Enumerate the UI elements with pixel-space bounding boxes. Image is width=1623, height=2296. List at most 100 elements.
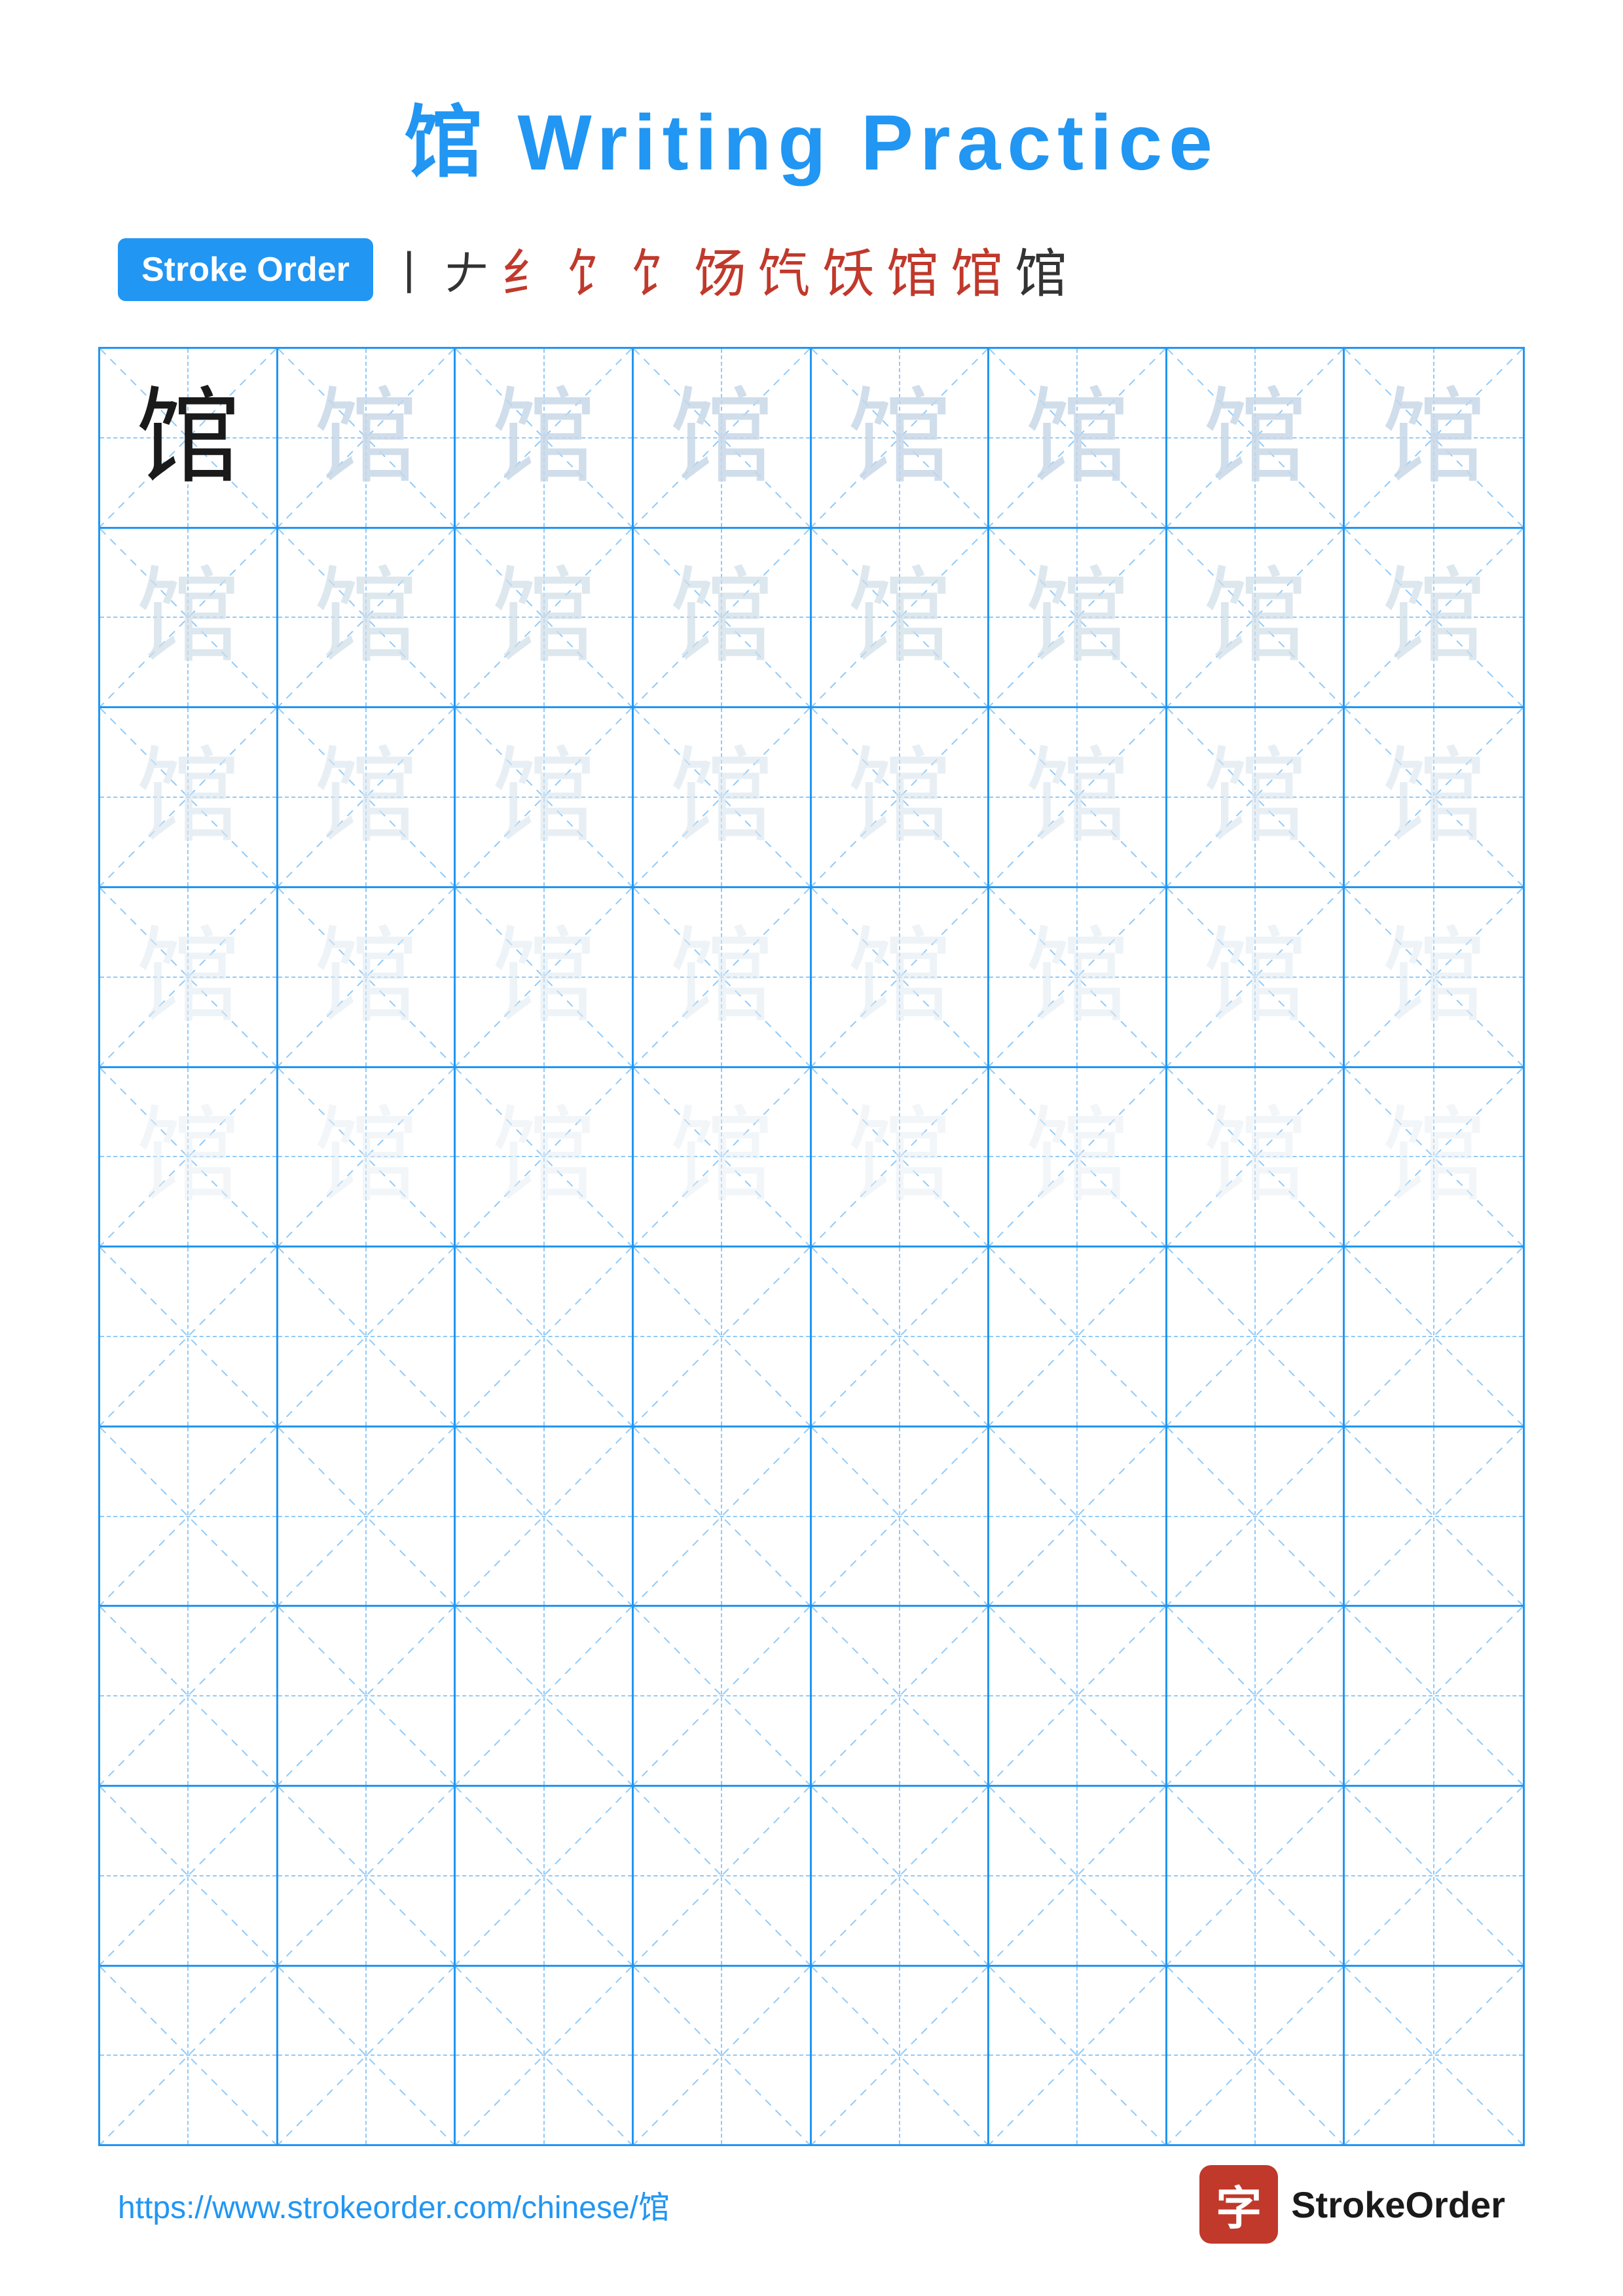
stroke-4: 饣: [566, 232, 623, 308]
grid-cell-4-6[interactable]: 馆: [989, 888, 1167, 1066]
grid-cell-8-7[interactable]: [1167, 1607, 1345, 1785]
stroke-3: 纟: [501, 232, 559, 308]
grid-cell-10-1[interactable]: [100, 1967, 278, 2145]
grid-cell-9-4[interactable]: [634, 1787, 812, 1965]
grid-cell-7-7[interactable]: [1167, 1427, 1345, 1605]
grid-cell-7-6[interactable]: [989, 1427, 1167, 1605]
stroke-order-badge: Stroke Order: [118, 238, 373, 301]
grid-cell-7-4[interactable]: [634, 1427, 812, 1605]
grid-row-2: 馆 馆 馆 馆 馆 馆 馆 馆: [100, 529, 1523, 709]
footer-url-link[interactable]: https://www.strokeorder.com/chinese/馆: [118, 2181, 670, 2227]
grid-row-9: [100, 1787, 1523, 1967]
stroke-8: 饫: [822, 232, 880, 308]
grid-cell-7-3[interactable]: [456, 1427, 634, 1605]
grid-cell-3-8[interactable]: 馆: [1345, 708, 1523, 886]
grid-cell-5-2[interactable]: 馆: [278, 1068, 456, 1246]
grid-cell-10-5[interactable]: [812, 1967, 990, 2145]
grid-cell-2-5[interactable]: 馆: [812, 529, 990, 707]
grid-cell-2-1[interactable]: 馆: [100, 529, 278, 707]
grid-cell-4-3[interactable]: 馆: [456, 888, 634, 1066]
grid-cell-10-7[interactable]: [1167, 1967, 1345, 2145]
char-guide: 馆: [847, 386, 952, 490]
grid-cell-6-5[interactable]: [812, 1247, 990, 1426]
grid-cell-1-6[interactable]: 馆: [989, 349, 1167, 527]
grid-cell-10-3[interactable]: [456, 1967, 634, 2145]
grid-cell-6-1[interactable]: [100, 1247, 278, 1426]
grid-cell-5-5[interactable]: 馆: [812, 1068, 990, 1246]
grid-cell-6-3[interactable]: [456, 1247, 634, 1426]
grid-cell-9-8[interactable]: [1345, 1787, 1523, 1965]
grid-cell-8-2[interactable]: [278, 1607, 456, 1785]
grid-cell-7-8[interactable]: [1345, 1427, 1523, 1605]
grid-cell-5-1[interactable]: 馆: [100, 1068, 278, 1246]
grid-cell-7-5[interactable]: [812, 1427, 990, 1605]
grid-cell-1-8[interactable]: 馆: [1345, 349, 1523, 527]
grid-cell-6-4[interactable]: [634, 1247, 812, 1426]
grid-cell-9-3[interactable]: [456, 1787, 634, 1965]
grid-cell-5-8[interactable]: 馆: [1345, 1068, 1523, 1246]
grid-cell-7-2[interactable]: [278, 1427, 456, 1605]
grid-cell-8-8[interactable]: [1345, 1607, 1523, 1785]
char-dark: 馆: [136, 386, 240, 490]
grid-cell-3-3[interactable]: 馆: [456, 708, 634, 886]
grid-cell-1-3[interactable]: 馆: [456, 349, 634, 527]
grid-cell-10-4[interactable]: [634, 1967, 812, 2145]
footer-logo-text: StrokeOrder: [1291, 2183, 1505, 2226]
grid-cell-6-2[interactable]: [278, 1247, 456, 1426]
grid-cell-2-4[interactable]: 馆: [634, 529, 812, 707]
grid-cell-10-6[interactable]: [989, 1967, 1167, 2145]
stroke-1: 丨: [386, 237, 437, 303]
grid-cell-2-8[interactable]: 馆: [1345, 529, 1523, 707]
grid-cell-6-6[interactable]: [989, 1247, 1167, 1426]
grid-cell-5-4[interactable]: 馆: [634, 1068, 812, 1246]
grid-cell-4-8[interactable]: 馆: [1345, 888, 1523, 1066]
char-guide: 馆: [492, 386, 596, 490]
grid-cell-1-7[interactable]: 馆: [1167, 349, 1345, 527]
grid-cell-2-7[interactable]: 馆: [1167, 529, 1345, 707]
grid-cell-6-7[interactable]: [1167, 1247, 1345, 1426]
grid-cell-9-5[interactable]: [812, 1787, 990, 1965]
grid-cell-8-3[interactable]: [456, 1607, 634, 1785]
footer: https://www.strokeorder.com/chinese/馆 字 …: [0, 2165, 1623, 2244]
grid-cell-4-4[interactable]: 馆: [634, 888, 812, 1066]
grid-cell-3-7[interactable]: 馆: [1167, 708, 1345, 886]
grid-cell-4-7[interactable]: 馆: [1167, 888, 1345, 1066]
grid-row-1: 馆 馆 馆 馆 馆 馆 馆 馆: [100, 349, 1523, 529]
grid-row-6: [100, 1247, 1523, 1427]
grid-cell-3-2[interactable]: 馆: [278, 708, 456, 886]
grid-cell-10-8[interactable]: [1345, 1967, 1523, 2145]
stroke-6: 饧: [694, 232, 752, 308]
grid-row-5: 馆 馆 馆 馆 馆 馆 馆 馆: [100, 1068, 1523, 1248]
grid-cell-1-4[interactable]: 馆: [634, 349, 812, 527]
grid-cell-9-1[interactable]: [100, 1787, 278, 1965]
grid-cell-2-2[interactable]: 馆: [278, 529, 456, 707]
grid-cell-4-1[interactable]: 馆: [100, 888, 278, 1066]
grid-cell-9-2[interactable]: [278, 1787, 456, 1965]
grid-cell-6-8[interactable]: [1345, 1247, 1523, 1426]
grid-cell-1-1[interactable]: 馆: [100, 349, 278, 527]
grid-cell-3-6[interactable]: 馆: [989, 708, 1167, 886]
grid-cell-1-2[interactable]: 馆: [278, 349, 456, 527]
grid-cell-2-6[interactable]: 馆: [989, 529, 1167, 707]
grid-cell-3-5[interactable]: 馆: [812, 708, 990, 886]
stroke-sequence: 丨 𠂇 纟 饣 饣 饧 饩 饫 馆 馆 馆: [386, 232, 1072, 308]
writing-grid: 馆 馆 馆 馆 馆 馆 馆 馆: [98, 347, 1525, 2146]
stroke-9: 馆: [886, 232, 944, 308]
grid-cell-2-3[interactable]: 馆: [456, 529, 634, 707]
grid-cell-10-2[interactable]: [278, 1967, 456, 2145]
grid-cell-3-1[interactable]: 馆: [100, 708, 278, 886]
grid-cell-4-2[interactable]: 馆: [278, 888, 456, 1066]
grid-cell-8-1[interactable]: [100, 1607, 278, 1785]
grid-cell-8-4[interactable]: [634, 1607, 812, 1785]
grid-cell-3-4[interactable]: 馆: [634, 708, 812, 886]
grid-cell-7-1[interactable]: [100, 1427, 278, 1605]
grid-cell-5-3[interactable]: 馆: [456, 1068, 634, 1246]
grid-cell-5-7[interactable]: 馆: [1167, 1068, 1345, 1246]
grid-cell-1-5[interactable]: 馆: [812, 349, 990, 527]
grid-cell-9-6[interactable]: [989, 1787, 1167, 1965]
grid-cell-5-6[interactable]: 馆: [989, 1068, 1167, 1246]
grid-cell-4-5[interactable]: 馆: [812, 888, 990, 1066]
grid-cell-8-6[interactable]: [989, 1607, 1167, 1785]
grid-cell-8-5[interactable]: [812, 1607, 990, 1785]
grid-cell-9-7[interactable]: [1167, 1787, 1345, 1965]
